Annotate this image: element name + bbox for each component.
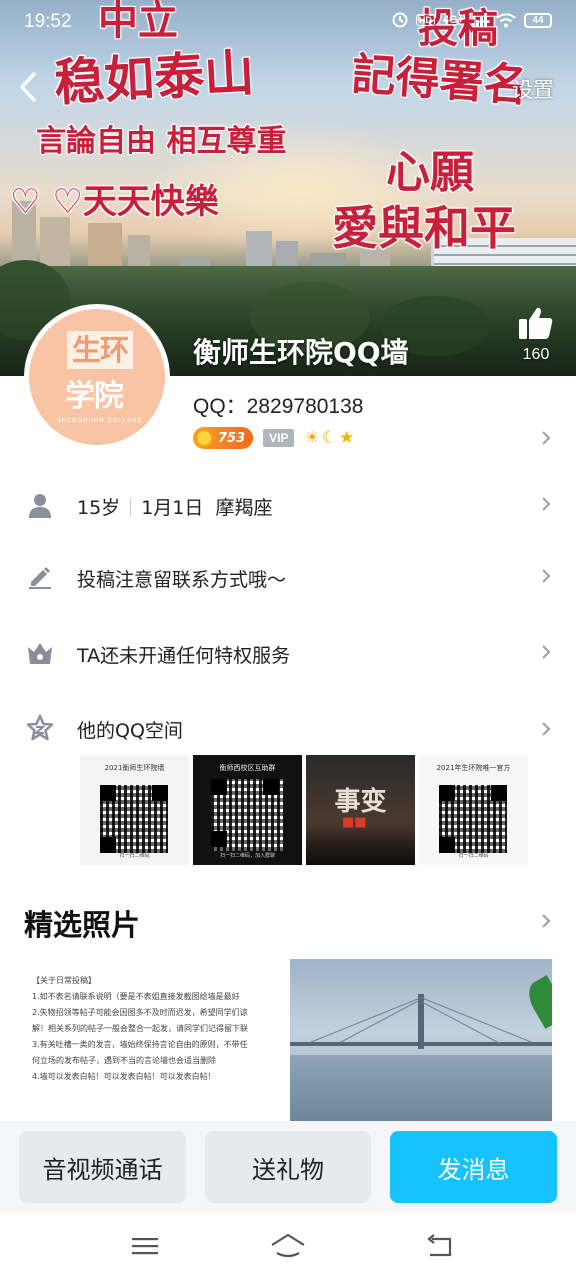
featured-photo[interactable]: 【关于日常投稿】 1.如不表名请联系说明（要是不表姐直接发截图给墙是最好 2.失…: [24, 959, 282, 1121]
note-line: 何立场的发布帖子，遇到不当的言论墙也会适当删除: [32, 1056, 216, 1065]
chevron-right-icon[interactable]: [541, 430, 551, 446]
qr-code-image: [439, 785, 507, 853]
cover-text: 心願: [386, 147, 474, 198]
note-line: 1.如不表名请联系说明（要是不表姐直接发截图给墙是最好: [32, 992, 240, 1001]
chevron-right-icon: [542, 569, 551, 583]
note-line: 3.有关吐槽一类的发言，墙始终保持言论自由的原则，不带任: [32, 1040, 248, 1049]
bridge-cable: [420, 997, 533, 1043]
cover-text: 言論自由 相互尊重: [36, 124, 287, 159]
hd-icon: HD: [415, 14, 435, 26]
divider: [130, 498, 132, 516]
privilege-text: TA还未开通任何特权服务: [77, 645, 291, 667]
thumbnail-caption: 2021衡师生环院墙: [104, 764, 165, 772]
avatar-text-bottom: 学院: [65, 379, 124, 414]
privilege-row[interactable]: TA还未开通任何特权服务: [0, 623, 576, 683]
level-badges[interactable]: 753 VIP ☀ ☾ ★: [193, 427, 354, 449]
zodiac-label: 摩羯座: [215, 497, 273, 519]
status-time: 19:52: [24, 11, 72, 32]
birthday-label: 1月1日: [141, 497, 204, 519]
leaf: [522, 975, 552, 1029]
river: [290, 1055, 552, 1121]
person-icon: [29, 494, 51, 518]
chevron-right-icon: [542, 645, 551, 659]
thumbnail-footer: 扫一扫二维码，加入群聊: [219, 853, 275, 859]
note-line: 【关于日常投稿】: [32, 976, 96, 985]
cover-text: 愛與和平: [332, 201, 516, 255]
level-badge: 753: [193, 427, 254, 449]
level-icons: ☀ ☾ ★: [304, 428, 354, 448]
menu-icon[interactable]: [129, 1231, 161, 1261]
thumbnail-footer: 扫一扫二维码: [119, 853, 150, 859]
profile-name: 衡师生环院QQ墙: [193, 336, 409, 369]
avatar-subtext: SHENGHUAN COLLEGE: [57, 417, 143, 424]
chevron-left-icon: [20, 72, 36, 102]
send-gift-button[interactable]: 送礼物: [205, 1131, 371, 1203]
qzone-label: 他的QQ空间: [77, 720, 183, 742]
qq-number: QQ：2829780138: [193, 395, 364, 418]
cover-text: ♡ ♡天天快樂: [10, 182, 219, 222]
pencil-icon: [29, 567, 51, 589]
moon-icon: ☾: [321, 428, 337, 448]
signal-icon: [472, 13, 488, 27]
featured-photos-title[interactable]: 精选照片: [24, 902, 140, 944]
back-nav-icon[interactable]: [424, 1231, 456, 1261]
back-button[interactable]: [14, 68, 44, 106]
alarm-icon: [392, 12, 408, 28]
qzone-thumbnail[interactable]: 衡师西校区互助群 扫一扫二维码，加入群聊: [193, 755, 302, 865]
age-label: 15岁: [77, 497, 121, 519]
status-icons: HD 4G+ 44: [392, 12, 552, 28]
system-nav-bar: [0, 1213, 576, 1280]
basic-info-row[interactable]: 15岁 1月1日 摩羯座: [0, 475, 576, 535]
network-type-label: 4G+: [442, 14, 464, 26]
like-count: 160: [522, 346, 550, 363]
note-line: 4.墙可以发表白帖！可以发表白帖！可以发表白帖！: [32, 1072, 216, 1081]
thumbnail-caption: 2021年生环院唯一官方: [436, 764, 511, 772]
qzone-thumbnail[interactable]: 事变 ■■: [306, 755, 415, 865]
note-line: 2.失物招领等帖子可能会因图多不及时而迟发，希望同学们谅: [32, 1008, 248, 1017]
qzone-star-icon: [26, 714, 54, 741]
status-bar: 19:52 HD 4G+ 44: [0, 0, 576, 46]
signature-text: 投稿注意留联系方式哦～: [77, 569, 287, 591]
action-bar: 音视频通话 送礼物 发消息: [0, 1121, 576, 1213]
av-call-button[interactable]: 音视频通话: [19, 1131, 186, 1203]
sun-icon: ☀: [304, 428, 320, 448]
battery-indicator: 44: [524, 12, 552, 28]
coin-icon: [195, 429, 213, 447]
wifi-icon: [496, 12, 516, 28]
chevron-right-icon: [542, 497, 551, 511]
qr-code-image: [211, 779, 283, 851]
thumbnail-footer: 扫一扫二维码: [458, 853, 489, 859]
qzone-thumbnail[interactable]: 2021衡师生环院墙 扫一扫二维码: [80, 755, 189, 865]
note-line: 解！相关系列的帖子一般会整合一起发，请同学们记得留下联: [32, 1024, 248, 1033]
settings-button[interactable]: 设置: [512, 74, 554, 104]
qzone-thumbnail[interactable]: 2021年生环院唯一官方 扫一扫二维码: [419, 755, 528, 865]
cover-text: 記得署名: [350, 48, 530, 113]
avatar-text-top: 生环: [67, 331, 133, 369]
qr-code-image: [100, 785, 168, 853]
chevron-right-icon[interactable]: [541, 913, 551, 929]
chevron-right-icon: [542, 722, 551, 736]
featured-photo[interactable]: [290, 959, 552, 1121]
home-icon[interactable]: [270, 1231, 306, 1261]
bridge-cable: [420, 1001, 501, 1045]
crown-icon: [28, 643, 52, 664]
bridge-cable: [309, 997, 420, 1043]
like-button[interactable]: 160: [516, 306, 556, 364]
level-value: 753: [218, 430, 246, 446]
send-message-button[interactable]: 发消息: [390, 1131, 557, 1203]
qzone-row[interactable]: 他的QQ空间: [0, 698, 576, 758]
avatar[interactable]: 生环 学院 SHENGHUAN COLLEGE: [24, 304, 170, 450]
poster-shade: [306, 825, 415, 865]
star-icon: ★: [338, 428, 355, 448]
thumbnail-caption: 事变: [334, 787, 387, 817]
qzone-thumbnails: 2021衡师生环院墙 扫一扫二维码 衡师西校区互助群 扫一扫二维码，加入群聊 事…: [80, 755, 528, 865]
avatar-image: 生环 学院 SHENGHUAN COLLEGE: [29, 309, 165, 445]
vip-badge: VIP: [263, 429, 295, 447]
bridge-cable: [339, 999, 420, 1043]
thumbs-up-icon: [519, 307, 553, 339]
signature-row[interactable]: 投稿注意留联系方式哦～: [0, 547, 576, 607]
thumbnail-caption: 衡师西校区互助群: [219, 764, 276, 772]
bridge-deck: [290, 1042, 552, 1046]
